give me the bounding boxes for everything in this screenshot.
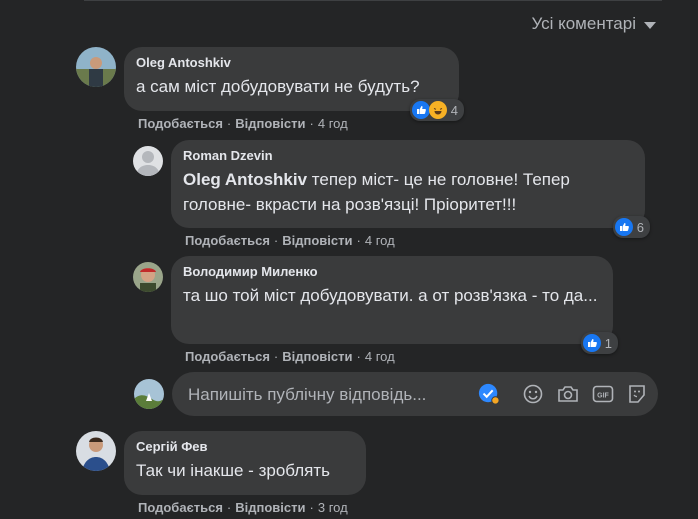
separator: · bbox=[309, 500, 314, 515]
reply-comment: Roman Dzevin Oleg Antoshkiv тепер міст- … bbox=[133, 140, 650, 238]
comment: Сергій Фев Так чи інакше - зроблять bbox=[76, 431, 366, 495]
like-link[interactable]: Подобається bbox=[185, 349, 270, 364]
separator: · bbox=[226, 500, 232, 515]
reply-input[interactable] bbox=[186, 372, 470, 418]
reply-link[interactable]: Відповісти bbox=[235, 116, 305, 131]
reactions-count: 4 bbox=[450, 102, 458, 118]
like-icon bbox=[411, 101, 430, 119]
avatar[interactable] bbox=[133, 262, 163, 292]
reply-link[interactable]: Відповісти bbox=[282, 349, 352, 364]
avatar[interactable] bbox=[76, 431, 116, 471]
separator: · bbox=[356, 233, 361, 248]
reactions-count: 1 bbox=[604, 335, 612, 351]
comment-text: Oleg Antoshkiv тепер міст- це не головне… bbox=[183, 167, 633, 217]
comment-text: а сам міст добудовувати не будуть? bbox=[136, 77, 420, 96]
like-icon bbox=[582, 334, 601, 352]
comment-timestamp[interactable]: 4 год bbox=[365, 349, 395, 364]
chevron-down-icon bbox=[644, 22, 656, 29]
comment: Oleg Antoshkiv а сам міст добудовувати н… bbox=[76, 47, 464, 121]
comment-timestamp[interactable]: 3 год bbox=[318, 500, 348, 515]
like-link[interactable]: Подобається bbox=[138, 500, 223, 515]
comment-bubble: Roman Dzevin Oleg Antoshkiv тепер міст- … bbox=[171, 140, 650, 238]
divider bbox=[84, 0, 662, 1]
separator: · bbox=[356, 349, 361, 364]
reactions-count: 6 bbox=[636, 219, 644, 235]
reply-link[interactable]: Відповісти bbox=[282, 233, 352, 248]
reactions-badge[interactable]: 6 bbox=[612, 216, 650, 238]
separator: · bbox=[273, 233, 279, 248]
separator: · bbox=[273, 349, 279, 364]
comment-bubble: Oleg Antoshkiv а сам міст добудовувати н… bbox=[124, 47, 464, 121]
comment-timestamp[interactable]: 4 год bbox=[318, 116, 348, 131]
current-user-avatar[interactable] bbox=[134, 379, 164, 409]
comment-timestamp[interactable]: 4 год bbox=[365, 233, 395, 248]
comment-text: та шо той міст добудовувати. а от розв'я… bbox=[183, 286, 598, 305]
comment-actions: Подобається · Відповісти · 4 год bbox=[138, 116, 348, 131]
comments-panel: Усі коментарі Oleg Antoshkiv а сам міст … bbox=[0, 0, 698, 519]
emoji-icon[interactable] bbox=[522, 383, 544, 405]
sticker-icon[interactable] bbox=[626, 383, 648, 405]
comment-actions: Подобається · Відповісти · 4 год bbox=[185, 349, 395, 364]
like-link[interactable]: Подобається bbox=[138, 116, 223, 131]
reply-composer: GIF bbox=[172, 372, 658, 418]
separator: · bbox=[309, 116, 314, 131]
sort-label: Усі коментарі bbox=[531, 14, 636, 33]
comment-author[interactable]: Roman Dzevin bbox=[183, 148, 633, 163]
comment-bubble: Володимир Миленко та шо той міст добудов… bbox=[171, 256, 618, 354]
like-link[interactable]: Подобається bbox=[185, 233, 270, 248]
like-icon bbox=[614, 218, 633, 236]
separator: · bbox=[226, 116, 232, 131]
comment-actions: Подобається · Відповісти · 3 год bbox=[138, 500, 348, 515]
comment-author[interactable]: Володимир Миленко bbox=[183, 264, 601, 279]
sort-comments-button[interactable]: Усі коментарі bbox=[531, 14, 656, 34]
comment-author[interactable]: Oleg Antoshkiv bbox=[136, 55, 447, 70]
reactions-badge[interactable]: 4 bbox=[409, 99, 464, 121]
comment-author[interactable]: Сергій Фев bbox=[136, 439, 354, 454]
comment-bubble: Сергій Фев Так чи інакше - зроблять bbox=[124, 431, 366, 495]
grammar-check-icon[interactable] bbox=[478, 383, 500, 405]
gif-icon[interactable]: GIF bbox=[592, 383, 614, 405]
avatar[interactable] bbox=[133, 146, 163, 176]
mention-link[interactable]: Oleg Antoshkiv bbox=[183, 170, 307, 189]
haha-icon bbox=[428, 101, 447, 119]
comment-actions: Подобається · Відповісти · 4 год bbox=[185, 233, 395, 248]
reply-comment: Володимир Миленко та шо той міст добудов… bbox=[133, 256, 618, 354]
reactions-badge[interactable]: 1 bbox=[580, 332, 618, 354]
comment-text: Так чи інакше - зроблять bbox=[136, 461, 331, 480]
svg-text:GIF: GIF bbox=[597, 393, 609, 400]
camera-icon[interactable] bbox=[557, 383, 579, 405]
avatar[interactable] bbox=[76, 47, 116, 87]
reply-link[interactable]: Відповісти bbox=[235, 500, 305, 515]
